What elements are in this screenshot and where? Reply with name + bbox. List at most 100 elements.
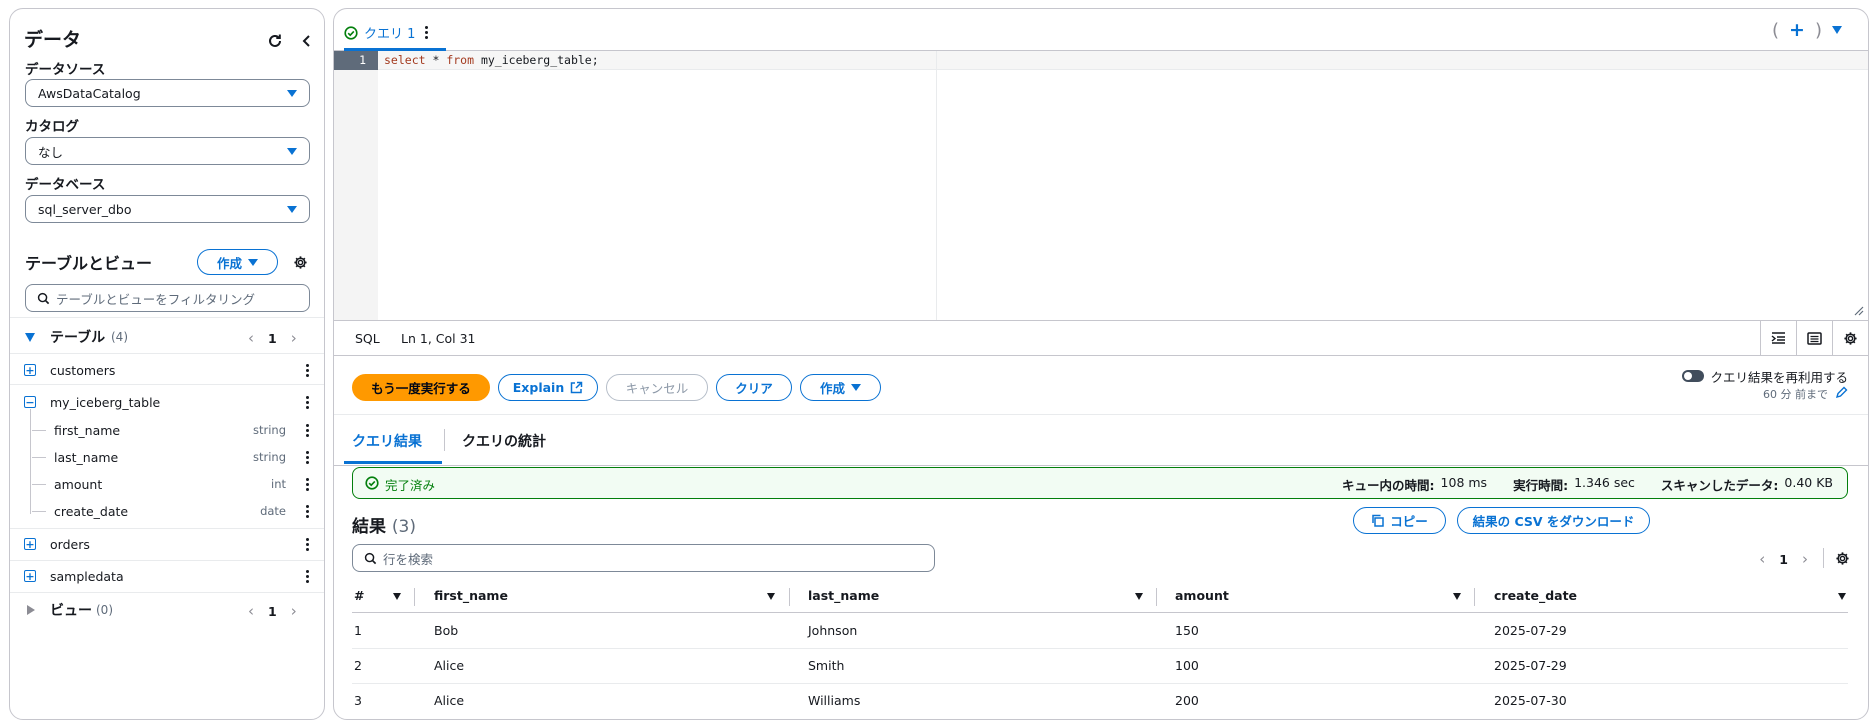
editor-settings-gear-icon[interactable] (1832, 321, 1868, 355)
column-name: first_name (54, 422, 121, 438)
caret-down-icon (287, 148, 297, 155)
clear-button[interactable]: クリア (716, 374, 792, 401)
keyboard-icon[interactable] (1796, 321, 1832, 355)
sort-icon[interactable] (1838, 593, 1846, 600)
tables-page-number[interactable]: 1 (268, 331, 277, 346)
more-options-icon[interactable] (304, 504, 310, 518)
views-count: (0) (96, 603, 113, 617)
column-item-amount[interactable]: amount int (10, 471, 324, 497)
column-header-last-name[interactable]: last_name (808, 588, 879, 603)
column-type: string (252, 423, 286, 437)
database-select[interactable]: sql_server_dbo (25, 195, 310, 223)
table-name: customers (50, 362, 116, 378)
table-item-my-iceberg-table[interactable]: − my_iceberg_table (10, 389, 324, 415)
table-preferences-gear-icon[interactable] (1830, 546, 1854, 570)
expand-plus-icon[interactable]: + (24, 538, 36, 550)
more-options-icon[interactable] (304, 537, 310, 551)
create-button[interactable]: 作成 (800, 374, 881, 401)
views-section[interactable]: ビュー (0) ‹ 1 › (10, 597, 324, 623)
check-circle-icon (365, 476, 379, 490)
row-search-input[interactable]: 行を検索 (352, 544, 935, 572)
sql-code[interactable]: select * from my_iceberg_table; (384, 53, 599, 67)
tables-section[interactable]: テーブル (4) ‹ 1 › (10, 324, 324, 350)
query-actions: もう一度実行する Explain キャンセル クリア 作成 クエリ結果を再利用す… (334, 356, 1868, 415)
table-name: sampledata (50, 568, 124, 584)
more-options-icon[interactable] (304, 450, 310, 464)
expand-plus-icon[interactable]: + (24, 364, 36, 376)
more-options-icon[interactable] (304, 569, 310, 583)
results-page-number[interactable]: 1 (1779, 552, 1788, 567)
caret-down-icon (25, 333, 35, 342)
sort-icon[interactable] (393, 593, 401, 600)
sql-editor[interactable]: 1 select * from my_iceberg_table; (334, 51, 1868, 320)
query-metrics: キュー内の時間: 108 ms 実行時間: 1.346 sec スキャンしたデー… (1342, 475, 1833, 493)
rerun-button[interactable]: もう一度実行する (352, 374, 490, 401)
status-text: 完了済み (385, 478, 436, 493)
next-page-icon[interactable]: › (291, 602, 297, 620)
column-name: last_name (54, 449, 119, 465)
resize-handle-icon[interactable] (1854, 306, 1864, 316)
tab-query-results[interactable]: クエリ結果 (352, 431, 422, 451)
check-circle-icon (344, 25, 358, 40)
column-type: date (260, 504, 286, 518)
datasource-select[interactable]: AwsDataCatalog (25, 79, 310, 107)
sort-icon[interactable] (767, 593, 775, 600)
reuse-results-sub: 60 分 前まで (1763, 388, 1828, 401)
more-options-icon[interactable] (304, 363, 310, 377)
reuse-results-toggle[interactable] (1682, 370, 1704, 382)
more-options-icon[interactable] (304, 423, 310, 437)
prev-page-icon[interactable]: ‹ (1759, 550, 1765, 568)
edit-pencil-icon[interactable] (1835, 386, 1848, 399)
query-tab-bar: クエリ 1 ( + ) (334, 9, 1868, 51)
table-filter-placeholder: テーブルとビューをフィルタリング (56, 291, 256, 307)
catalog-select[interactable]: なし (25, 137, 310, 165)
tab-options-icon[interactable] (423, 26, 429, 39)
database-label: データベース (25, 177, 106, 193)
sort-icon[interactable] (1135, 593, 1143, 600)
caret-down-icon (287, 90, 297, 97)
caret-down-icon (851, 384, 861, 391)
table-item-orders[interactable]: + orders (10, 531, 324, 557)
table-filter-input[interactable]: テーブルとビューをフィルタリング (25, 284, 310, 312)
refresh-icon[interactable] (263, 29, 287, 53)
status-alert: 完了済み キュー内の時間: 108 ms 実行時間: 1.346 sec スキャ… (352, 467, 1848, 499)
table-item-sampledata[interactable]: + sampledata (10, 563, 324, 589)
add-tab-icon[interactable]: + (1789, 19, 1805, 41)
copy-icon (1372, 514, 1384, 527)
catalog-value: なし (38, 144, 64, 160)
collapse-panel-icon[interactable] (294, 29, 318, 53)
views-page-number[interactable]: 1 (268, 604, 277, 619)
sort-icon[interactable] (1453, 593, 1461, 600)
column-header-create-date[interactable]: create_date (1494, 588, 1577, 603)
database-value: sql_server_dbo (38, 201, 132, 217)
tab-dropdown-icon[interactable] (1832, 26, 1842, 34)
next-page-icon[interactable]: › (291, 329, 297, 347)
next-page-icon[interactable]: › (1802, 550, 1808, 568)
prev-page-icon[interactable]: ‹ (248, 602, 254, 620)
prev-page-icon[interactable]: ‹ (248, 329, 254, 347)
column-header-amount[interactable]: amount (1175, 588, 1229, 603)
tab-query-stats[interactable]: クエリの統計 (462, 431, 546, 451)
column-header-first-name[interactable]: first_name (434, 588, 508, 603)
cancel-button[interactable]: キャンセル (606, 374, 708, 401)
format-indent-icon[interactable] (1760, 321, 1796, 355)
external-link-icon (570, 381, 583, 394)
explain-button[interactable]: Explain (498, 374, 598, 401)
column-item-last-name[interactable]: last_name string (10, 444, 324, 470)
column-item-create-date[interactable]: create_date date (10, 498, 324, 524)
download-csv-button[interactable]: 結果の CSV をダウンロード (1457, 507, 1650, 534)
create-dropdown-button[interactable]: 作成 (197, 249, 278, 275)
collapse-minus-icon[interactable]: − (24, 396, 36, 408)
gear-icon[interactable] (288, 250, 312, 274)
table-item-customers[interactable]: + customers (10, 357, 324, 383)
expand-plus-icon[interactable]: + (24, 570, 36, 582)
editor-status-bar: SQL Ln 1, Col 31 (334, 320, 1868, 356)
more-options-icon[interactable] (304, 395, 310, 409)
tab-query-1[interactable]: クエリ 1 (344, 17, 446, 51)
catalog-label: カタログ (25, 119, 79, 135)
column-item-first-name[interactable]: first_name string (10, 417, 324, 443)
more-options-icon[interactable] (304, 477, 310, 491)
datasource-label: データソース (25, 62, 106, 78)
copy-button[interactable]: コピー (1353, 507, 1446, 534)
table-name: orders (50, 536, 90, 552)
